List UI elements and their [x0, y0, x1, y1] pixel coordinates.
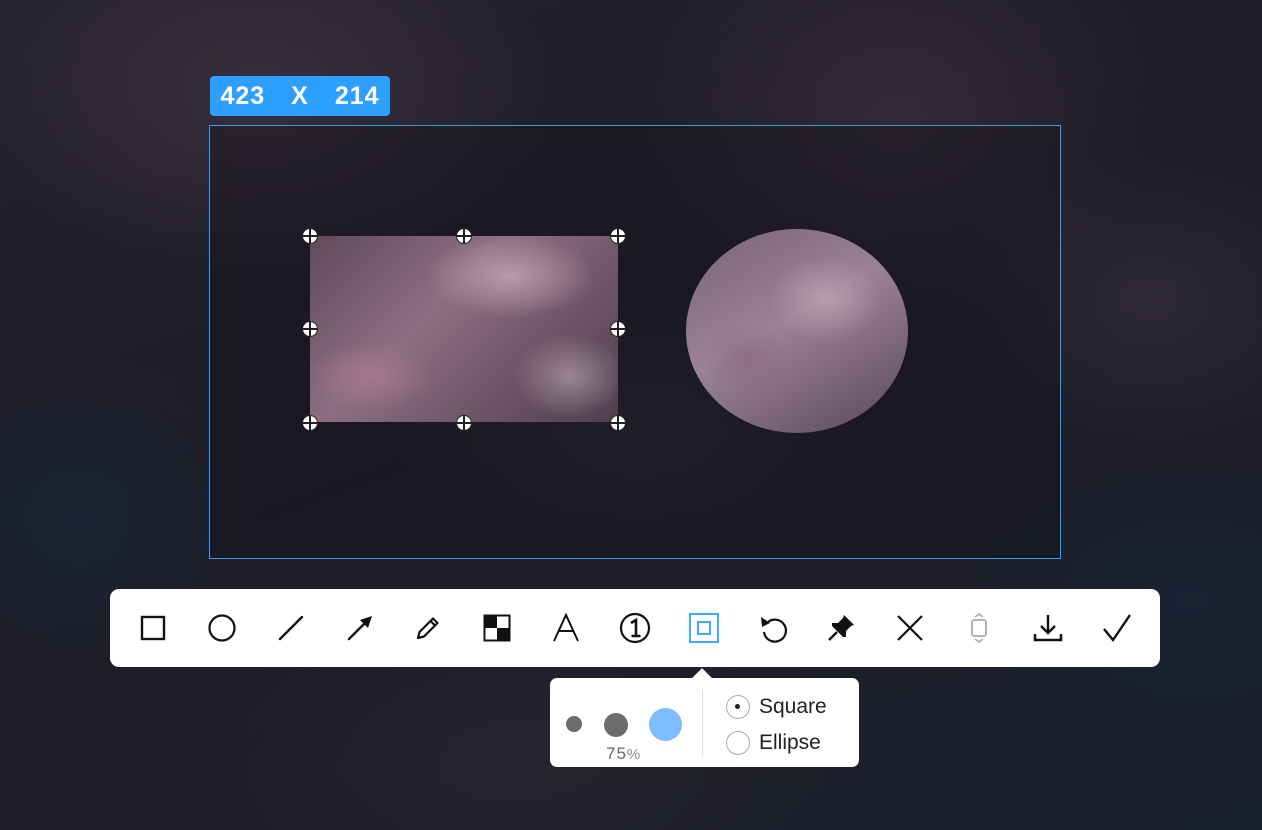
- undo-icon: [760, 617, 787, 643]
- shape-square-label: Square: [759, 695, 827, 718]
- popover-divider: [702, 690, 703, 756]
- download-tool[interactable]: [1019, 599, 1077, 657]
- resize-handle-bottom-right[interactable]: [610, 415, 626, 431]
- checker-icon: [483, 614, 511, 642]
- rectangle-icon: [140, 615, 166, 641]
- radio-square[interactable]: [726, 695, 750, 719]
- size-small-option[interactable]: [566, 716, 582, 732]
- confirm-tool[interactable]: [1088, 599, 1146, 657]
- opacity-value: 75: [606, 744, 627, 763]
- cancel-tool[interactable]: [881, 599, 939, 657]
- resize-handle-bottom[interactable]: [456, 415, 472, 431]
- selection-width: 423: [220, 81, 266, 110]
- mosaic-tool[interactable]: [468, 599, 526, 657]
- resize-handle-bottom-left[interactable]: [302, 415, 318, 431]
- ellipse-tool[interactable]: [193, 599, 251, 657]
- mosaic-ellipse-region[interactable]: [686, 229, 908, 433]
- mosaic-rectangle-region[interactable]: [310, 236, 618, 422]
- selection-size-badge: 423 X 214: [210, 76, 390, 116]
- line-icon: [278, 615, 303, 641]
- pen-tool[interactable]: [399, 599, 457, 657]
- resize-handle-top[interactable]: [456, 228, 472, 244]
- resize-handle-right[interactable]: [610, 321, 626, 337]
- resize-handle-top-left[interactable]: [302, 228, 318, 244]
- size-medium-option[interactable]: [604, 713, 628, 737]
- shape-ellipse-option[interactable]: Ellipse: [726, 728, 821, 758]
- undo-tool[interactable]: [744, 599, 802, 657]
- checkmark-icon: [1102, 614, 1131, 643]
- selection-height: 214: [334, 81, 380, 110]
- pin-tool[interactable]: [812, 599, 870, 657]
- nested-square-icon: [688, 613, 719, 643]
- shape-square-option[interactable]: Square: [726, 692, 827, 722]
- arrow-tool[interactable]: [331, 599, 389, 657]
- download-icon: [1033, 615, 1063, 642]
- circle-icon: [208, 614, 236, 642]
- resize-handle-top-right[interactable]: [610, 228, 626, 244]
- text-tool[interactable]: [537, 599, 595, 657]
- x-icon: [897, 615, 924, 641]
- scroll-capture-icon: [971, 613, 988, 643]
- long-screenshot-tool[interactable]: [950, 599, 1008, 657]
- rectangle-tool[interactable]: [124, 599, 182, 657]
- opacity-label[interactable]: 75%: [606, 744, 641, 764]
- radio-ellipse[interactable]: [726, 731, 750, 755]
- circled-one-icon: [619, 612, 651, 644]
- size-large-option[interactable]: [649, 708, 682, 741]
- mosaic-options-popover: 75% Square Ellipse: [550, 678, 859, 767]
- selection-separator: X: [291, 81, 309, 110]
- text-A-icon: [553, 612, 579, 642]
- pin-icon: [828, 615, 855, 641]
- number-tool[interactable]: [606, 599, 664, 657]
- shape-ellipse-label: Ellipse: [759, 731, 821, 754]
- mosaic-area-tool[interactable]: [675, 599, 733, 657]
- pencil-icon: [417, 617, 439, 640]
- annotation-toolbar: [110, 589, 1160, 667]
- arrow-icon: [347, 616, 372, 641]
- line-tool[interactable]: [262, 599, 320, 657]
- opacity-unit: %: [626, 746, 642, 763]
- resize-handle-left[interactable]: [302, 321, 318, 337]
